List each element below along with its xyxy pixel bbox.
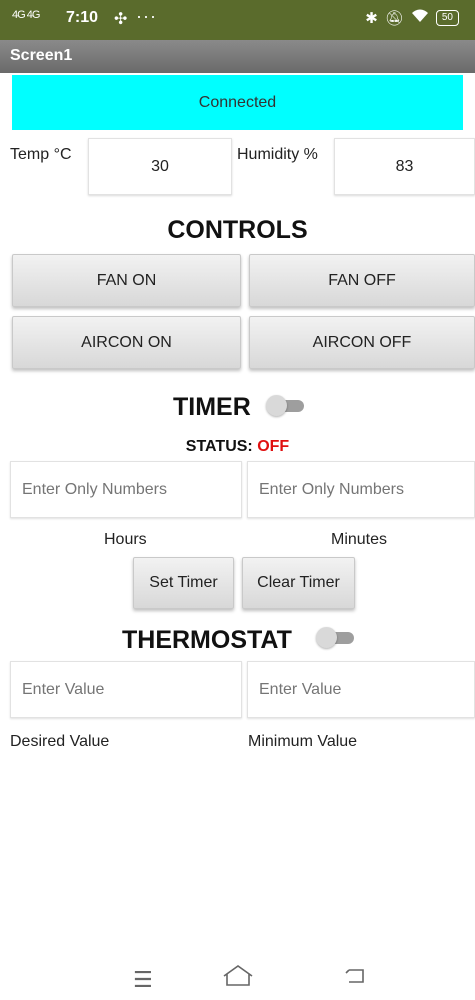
more-notifications-icon: ··· xyxy=(136,6,157,26)
menu-icon[interactable]: ☰ xyxy=(133,967,153,993)
minutes-input[interactable] xyxy=(247,461,475,518)
home-icon[interactable] xyxy=(221,963,255,995)
connection-status: Connected xyxy=(12,75,463,130)
aircon-off-button[interactable]: AIRCON OFF xyxy=(249,316,475,369)
status-time: 7:10 xyxy=(66,9,99,26)
clear-timer-button[interactable]: Clear Timer xyxy=(242,557,355,609)
wifi-icon xyxy=(411,9,429,27)
desired-value-input[interactable] xyxy=(10,661,242,718)
thermostat-toggle[interactable] xyxy=(316,627,356,648)
aircon-on-button[interactable]: AIRCON ON xyxy=(12,316,241,369)
battery-icon: 50 xyxy=(435,10,459,26)
controls-heading: CONTROLS xyxy=(167,216,308,244)
navigation-bar: ☰ xyxy=(0,955,475,1000)
timer-toggle[interactable] xyxy=(266,395,306,416)
toggle-knob xyxy=(266,395,287,416)
humidity-value: 83 xyxy=(334,138,475,195)
hours-label: Hours xyxy=(104,531,147,548)
timer-status: STATUS: OFF xyxy=(0,438,475,456)
desired-value-label: Desired Value xyxy=(10,733,110,750)
mute-icon: 🔕︎ xyxy=(384,10,404,27)
set-timer-button[interactable]: Set Timer xyxy=(133,557,234,609)
screen-title: Screen1 xyxy=(10,47,73,64)
fan-on-button[interactable]: FAN ON xyxy=(12,254,241,307)
status-icons: ✱ 🔕︎ 50 xyxy=(365,9,459,27)
toggle-knob xyxy=(316,627,337,648)
signal-icon: 4G 4G xyxy=(12,9,40,21)
thermostat-heading: THERMOSTAT xyxy=(122,626,292,654)
back-icon[interactable] xyxy=(343,965,369,993)
minimum-value-input[interactable] xyxy=(247,661,475,718)
status-bar: 4G 4G 7:10 ✣ ··· ✱ 🔕︎ 50 xyxy=(0,0,475,40)
humidity-label: Humidity % xyxy=(237,146,318,163)
temp-label: Temp °C xyxy=(10,146,72,163)
fan-icon: ✣ xyxy=(114,11,128,28)
fan-off-button[interactable]: FAN OFF xyxy=(249,254,475,307)
timer-heading: TIMER xyxy=(173,393,251,421)
temp-value: 30 xyxy=(88,138,232,195)
timer-status-label: STATUS: xyxy=(185,438,253,455)
minimum-value-label: Minimum Value xyxy=(248,733,358,750)
minutes-label: Minutes xyxy=(331,531,388,548)
timer-status-value: OFF xyxy=(257,438,290,455)
bluetooth-icon: ✱ xyxy=(365,10,378,27)
title-bar: Screen1 xyxy=(0,40,475,73)
hours-input[interactable] xyxy=(10,461,242,518)
